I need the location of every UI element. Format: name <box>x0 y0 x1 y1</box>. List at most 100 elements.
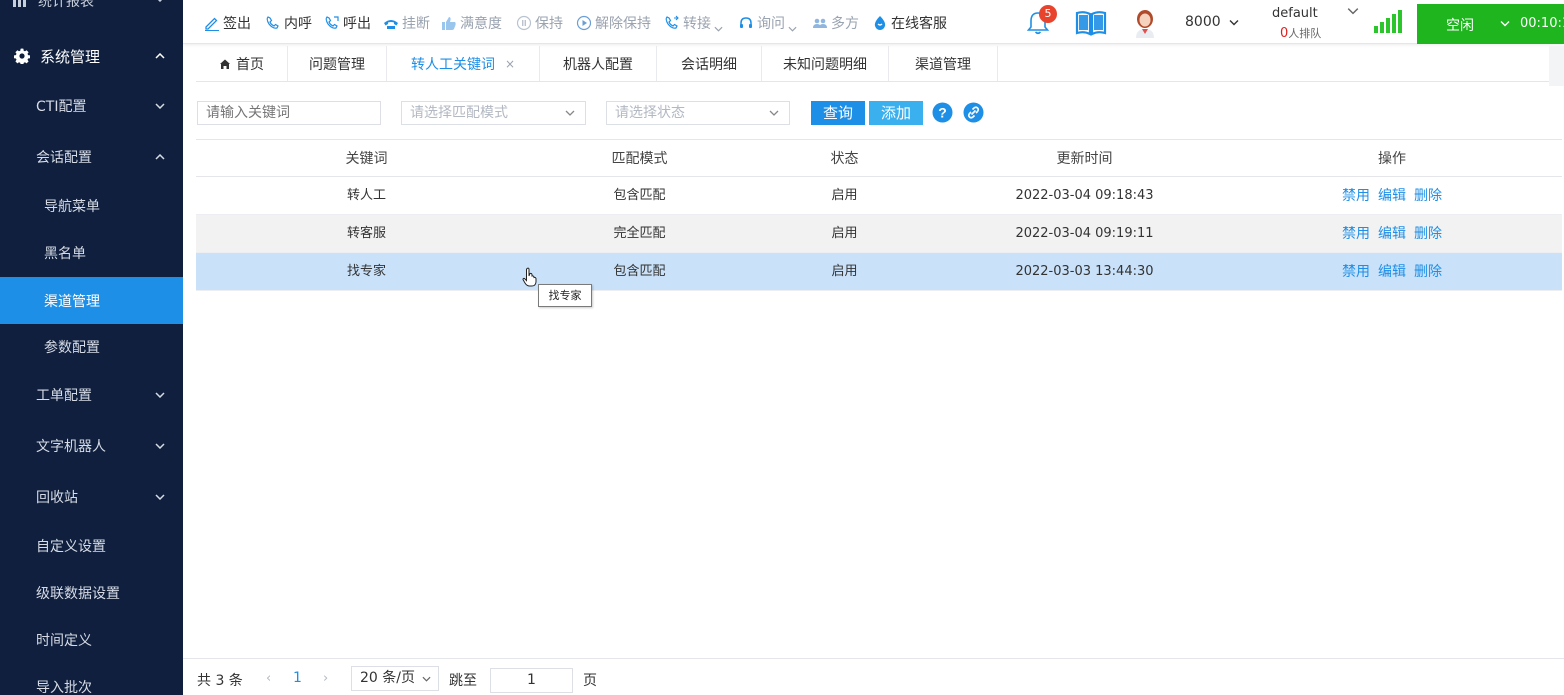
satisfaction-button[interactable]: 满意度 <box>441 13 502 33</box>
sign-out-button[interactable]: 签出 <box>204 13 251 33</box>
next-page-icon[interactable]: › <box>323 671 328 686</box>
prev-page-icon[interactable]: ‹ <box>266 671 271 686</box>
hand-cursor-icon <box>522 267 537 287</box>
sidebar-item-session-config[interactable]: 会话配置 <box>0 137 183 177</box>
help-icon[interactable]: ? <box>932 102 953 123</box>
edit-link[interactable]: 编辑 <box>1378 215 1406 253</box>
action-label: 满意度 <box>460 16 502 32</box>
online-service-button[interactable]: 在线客服 <box>872 13 947 33</box>
play-icon <box>576 15 592 31</box>
tooltip: 找专家 <box>538 284 592 307</box>
sidebar-item-label: 黑名单 <box>44 246 86 262</box>
keyword-input[interactable] <box>197 101 381 125</box>
hangup-button[interactable]: 挂断 <box>383 13 430 33</box>
status-select[interactable]: 请选择状态 <box>606 101 790 125</box>
sidebar-item-label: 渠道管理 <box>44 293 100 310</box>
sidebar-item-cascade-data[interactable]: 级联数据设置 <box>0 573 183 613</box>
query-button[interactable]: 查询 <box>811 101 865 125</box>
match-mode-select[interactable]: 请选择匹配模式 <box>401 101 586 125</box>
sidebar-item-cti[interactable]: CTI配置 <box>0 86 183 126</box>
status-timer: 00:10:1 <box>1520 16 1564 31</box>
page-size-select[interactable]: 20 条/页 <box>351 666 439 691</box>
sidebar-item-label: 工单配置 <box>36 388 92 404</box>
multiparty-button[interactable]: 多方 <box>812 13 859 33</box>
action-label: 转接 <box>683 16 711 32</box>
column-header: 状态 <box>830 151 859 167</box>
tab-home[interactable]: 首页 <box>196 46 288 81</box>
delete-link[interactable]: 删除 <box>1414 215 1442 253</box>
avatar[interactable] <box>1132 8 1158 38</box>
table-row[interactable]: 转客服 完全匹配 启用 2022-03-04 09:19:11 禁用 编辑 删除 <box>196 215 1562 253</box>
sidebar-item-time-definition[interactable]: 时间定义 <box>0 620 183 660</box>
extension-label: 8000 <box>1185 14 1221 30</box>
delete-link[interactable]: 删除 <box>1414 177 1442 215</box>
tab-label: 会话明细 <box>681 56 737 73</box>
jump-page-input[interactable]: 1 <box>490 668 573 693</box>
sidebar-item-nav-menu[interactable]: 导航菜单 <box>0 186 183 226</box>
svg-text:?: ? <box>938 105 947 121</box>
extension-select[interactable]: 8000 <box>1185 14 1239 30</box>
hangup-icon <box>383 15 399 31</box>
tab-session-detail[interactable]: 会话明细 <box>657 46 762 81</box>
outbound-call-button[interactable]: 呼出 <box>324 13 371 33</box>
disable-link[interactable]: 禁用 <box>1342 215 1370 253</box>
sidebar-item-label: CTI配置 <box>36 99 87 115</box>
tab-label: 转人工关键词 <box>410 56 495 73</box>
chevron-down-icon <box>1500 21 1510 27</box>
chevron-down-icon <box>788 20 797 32</box>
sidebar-item-label: 会话配置 <box>36 150 92 166</box>
page-tabs: 首页 问题管理 转人工关键词 × 机器人配置 会话明细 未知问题明细 渠道管理 <box>196 46 1564 82</box>
tab-transfer-keywords[interactable]: 转人工关键词 × <box>387 46 540 81</box>
delete-link[interactable]: 删除 <box>1414 253 1442 291</box>
table-row[interactable]: 转人工 包含匹配 启用 2022-03-04 09:18:43 禁用 编辑 删除 <box>196 177 1562 215</box>
chevron-down-icon[interactable] <box>1347 7 1359 15</box>
signal-icon <box>1374 10 1402 33</box>
action-label: 多方 <box>831 16 859 32</box>
link-icon[interactable] <box>963 102 984 123</box>
sidebar-item-channel-management[interactable]: 渠道管理 <box>0 277 183 324</box>
hold-button[interactable]: 保持 <box>516 13 563 33</box>
close-icon[interactable]: × <box>505 57 515 71</box>
tab-unknown-questions[interactable]: 未知问题明细 <box>762 46 889 81</box>
table-row[interactable]: 找专家 包含匹配 启用 2022-03-03 13:44:30 禁用 编辑 删除 <box>196 253 1562 291</box>
add-button[interactable]: 添加 <box>869 101 923 125</box>
unhold-button[interactable]: 解除保持 <box>576 13 651 33</box>
sidebar-item-custom-settings[interactable]: 自定义设置 <box>0 526 183 566</box>
edit-link[interactable]: 编辑 <box>1378 253 1406 291</box>
internal-call-button[interactable]: 内呼 <box>265 13 312 33</box>
chevron-down-icon <box>769 110 779 116</box>
column-header: 匹配模式 <box>611 151 668 167</box>
transfer-button[interactable]: 转接 <box>664 13 723 33</box>
agent-status-button[interactable]: 空闲 00:10:1 <box>1417 4 1564 44</box>
match-mode-cell: 包含匹配 <box>613 188 666 203</box>
sidebar-item-text-robot[interactable]: 文字机器人 <box>0 426 183 466</box>
sidebar-item-label: 自定义设置 <box>36 539 106 555</box>
tab-channel-management[interactable]: 渠道管理 <box>889 46 998 81</box>
current-page[interactable]: 1 <box>293 670 302 686</box>
sidebar-item-label: 参数配置 <box>44 340 100 356</box>
sidebar-item-import-batch[interactable]: 导入批次 <box>0 667 183 695</box>
chevron-down-icon <box>155 103 165 111</box>
sidebar-item-label: 回收站 <box>36 490 78 506</box>
sidebar-item-ticket-config[interactable]: 工单配置 <box>0 375 183 415</box>
disable-link[interactable]: 禁用 <box>1342 253 1370 291</box>
queue-count-suffix: 人排队 <box>1288 27 1322 40</box>
disable-link[interactable]: 禁用 <box>1342 177 1370 215</box>
sidebar-item-label: 导航菜单 <box>44 199 100 215</box>
notification-badge: 5 <box>1039 5 1057 23</box>
sidebar-item-params[interactable]: 参数配置 <box>0 327 183 367</box>
sidebar-item-recycle-bin[interactable]: 回收站 <box>0 477 183 517</box>
tab-robot-config[interactable]: 机器人配置 <box>540 46 657 81</box>
edit-link[interactable]: 编辑 <box>1378 177 1406 215</box>
sidebar-item-blacklist[interactable]: 黑名单 <box>0 233 183 273</box>
queue-name[interactable]: default <box>1272 6 1318 21</box>
knowledge-book-icon[interactable] <box>1075 10 1107 36</box>
sidebar-item-system[interactable]: 系统管理 <box>0 36 183 76</box>
sidebar-item-label: 时间定义 <box>36 633 92 649</box>
pen-icon <box>204 15 220 31</box>
updated-time-cell: 2022-03-04 09:19:11 <box>1015 226 1154 241</box>
sidebar-item-reports[interactable]: 统计报表 <box>0 0 183 16</box>
consult-button[interactable]: 询问 <box>738 13 797 33</box>
tab-question-management[interactable]: 问题管理 <box>288 46 387 81</box>
tabs-scroll-strip[interactable] <box>1549 46 1564 86</box>
